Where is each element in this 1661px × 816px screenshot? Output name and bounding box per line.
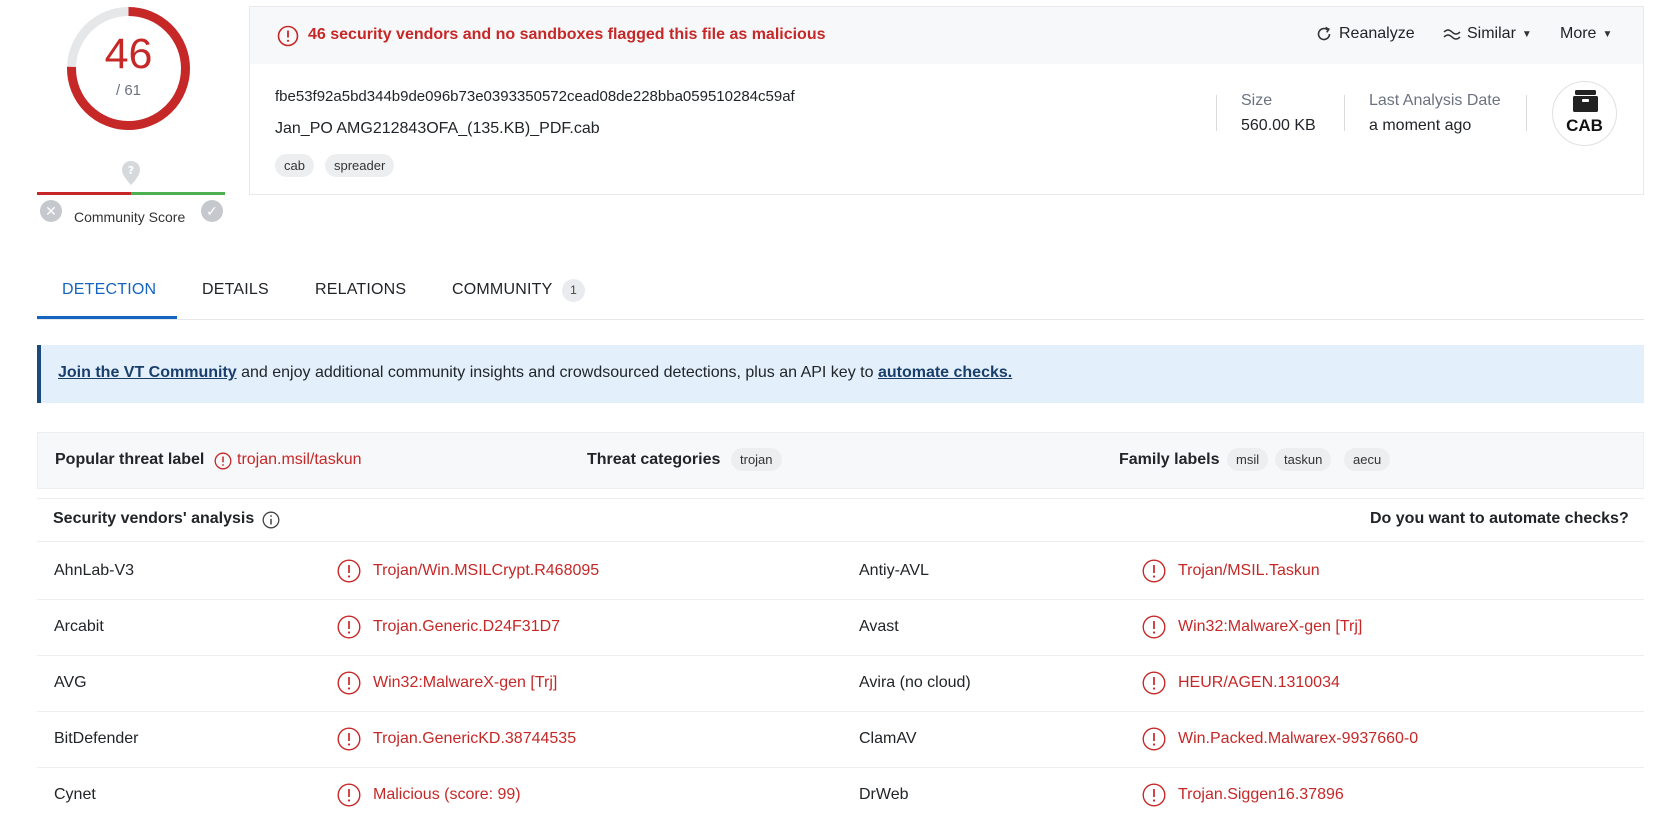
family-label-chip[interactable]: msil <box>1227 448 1269 471</box>
file-tag[interactable]: cab <box>275 154 314 177</box>
alert-circle-icon <box>337 727 361 756</box>
more-label: More <box>1560 25 1597 42</box>
vendor-name: AhnLab-V3 <box>54 562 135 579</box>
alert-circle-icon <box>1142 727 1166 756</box>
popular-threat-value[interactable]: trojan.msil/taskun <box>237 451 362 469</box>
alert-circle-icon <box>214 452 232 470</box>
vendor-name: BitDefender <box>54 730 139 747</box>
similar-button[interactable]: Similar ▼ <box>1443 25 1532 43</box>
chevron-down-icon: ▼ <box>1521 28 1532 40</box>
divider <box>1344 95 1345 131</box>
vendor-name: AVG <box>54 674 87 691</box>
vendor-result: Trojan.Siggen16.37896 <box>1178 786 1344 803</box>
alert-circle-icon <box>337 615 361 644</box>
family-label-chip[interactable]: aecu <box>1344 448 1391 471</box>
svg-text:?: ? <box>128 164 134 177</box>
engine-total: / 61 <box>115 82 142 99</box>
vendor-name: DrWeb <box>859 786 909 803</box>
threat-categories-label: Threat categories <box>587 451 721 468</box>
similar-icon <box>1443 29 1461 40</box>
banner-message: and enjoy additional community insights … <box>236 364 878 381</box>
tab-details[interactable]: DETAILS <box>202 281 269 299</box>
vendor-result: Trojan/MSIL.Taskun <box>1178 562 1320 579</box>
vendor-result: Malicious (score: 99) <box>373 786 521 803</box>
alert-circle-icon <box>337 559 361 588</box>
vendor-result: HEUR/AGEN.1310034 <box>1178 674 1340 691</box>
community-banner-text: Join the VT Community and enjoy addition… <box>58 364 1012 382</box>
vendor-row: Arcabit Trojan.Generic.D24F31D7 Avast Win32… <box>37 600 1644 656</box>
alert-circle-icon <box>337 671 361 700</box>
map-marker-icon: ? <box>122 161 140 185</box>
size-label: Size <box>1241 92 1273 109</box>
vendors-title: Security vendors' analysis <box>53 510 255 527</box>
popular-threat-label: Popular threat label <box>55 451 205 468</box>
file-type-label: CAB <box>1566 116 1603 135</box>
alert-circle-icon <box>1142 559 1166 588</box>
community-score-bar <box>37 192 225 195</box>
reanalyze-button[interactable]: Reanalyze <box>1315 25 1415 43</box>
vendor-name: Arcabit <box>54 618 104 635</box>
vendor-result: Win32:MalwareX-gen [Trj] <box>1178 618 1363 635</box>
malicious-verdict-text: 46 security vendors and no sandboxes fla… <box>308 26 826 43</box>
file-hash[interactable]: fbe53f92a5bd344b9de096b73e0393350572cead… <box>275 88 795 105</box>
chevron-down-icon: ▼ <box>1602 28 1613 40</box>
alert-circle-icon <box>1142 783 1166 812</box>
alert-circle-icon <box>1142 671 1166 700</box>
threat-category-chip[interactable]: trojan <box>731 448 782 471</box>
automate-checks-prompt[interactable]: Do you want to automate checks? <box>1370 510 1629 528</box>
vendor-row: Cynet Malicious (score: 99) DrWeb Trojan.Si… <box>37 768 1644 816</box>
divider <box>1216 95 1217 131</box>
vendor-name: Avira (no cloud) <box>859 674 971 691</box>
vote-harmless-icon[interactable]: ✓ <box>201 200 223 222</box>
tab-community[interactable]: COMMUNITY <box>452 281 552 299</box>
vendor-result: Trojan.GenericKD.38744535 <box>373 730 577 747</box>
file-type-badge <box>1552 81 1617 146</box>
file-name: Jan_PO AMG212843OFA_(135.KB)_PDF.cab <box>275 120 600 137</box>
alert-circle-icon <box>277 25 299 47</box>
size-value: 560.00 KB <box>1241 117 1316 134</box>
file-tag[interactable]: spreader <box>325 154 395 177</box>
vendor-name: ClamAV <box>859 730 917 747</box>
vote-harmful-icon[interactable]: ✕ <box>40 200 62 222</box>
join-community-link[interactable]: Join the VT Community <box>58 364 237 381</box>
more-button[interactable]: More ▼ <box>1560 25 1612 43</box>
detection-count: 46 <box>104 30 153 78</box>
vendor-result: Trojan.Generic.D24F31D7 <box>373 618 561 635</box>
vendor-row: AhnLab-V3 Trojan/Win.MSILCrypt.R468095 Ant… <box>37 544 1644 600</box>
refresh-icon <box>1317 26 1331 41</box>
alert-circle-icon <box>337 783 361 812</box>
last-analysis-label: Last Analysis Date <box>1369 92 1501 109</box>
active-tab-indicator <box>37 316 177 319</box>
vendor-row: BitDefender Trojan.GenericKD.38744535 Clam… <box>37 712 1644 768</box>
community-score-label: Community Score <box>74 209 186 225</box>
info-icon[interactable] <box>262 511 280 529</box>
vendor-result: Win.Packed.Malwarex-9937660-0 <box>1178 730 1419 747</box>
family-label-chip[interactable]: taskun <box>1275 448 1332 471</box>
vendor-name: Cynet <box>54 786 96 803</box>
archive-icon <box>1573 90 1598 112</box>
vendor-result: Trojan/Win.MSILCrypt.R468095 <box>373 562 600 579</box>
family-labels-label: Family labels <box>1119 451 1220 468</box>
tab-detection[interactable]: DETECTION <box>62 281 156 299</box>
vendor-result: Win32:MalwareX-gen [Trj] <box>373 674 558 691</box>
tabs-divider <box>37 319 1644 320</box>
similar-label: Similar <box>1467 25 1516 42</box>
community-count-badge: 1 <box>562 279 585 302</box>
last-analysis-value: a moment ago <box>1369 117 1472 134</box>
alert-circle-icon <box>1142 615 1166 644</box>
reanalyze-label: Reanalyze <box>1339 25 1415 42</box>
vendor-name: Avast <box>859 618 899 635</box>
vendor-name: Antiy-AVL <box>859 562 929 579</box>
automate-checks-link[interactable]: automate checks. <box>878 364 1012 381</box>
divider <box>1526 95 1527 131</box>
vendor-row: AVG Win32:MalwareX-gen [Trj] Avira (no clo… <box>37 656 1644 712</box>
tab-relations[interactable]: RELATIONS <box>315 281 406 299</box>
